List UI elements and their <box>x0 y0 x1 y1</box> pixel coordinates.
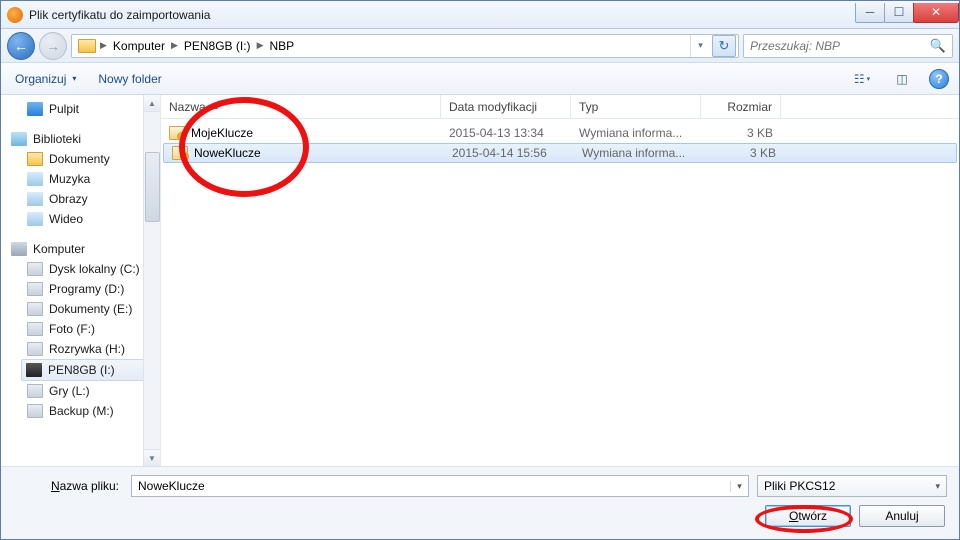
pictures-icon <box>27 192 43 206</box>
new-folder-button[interactable]: Nowy folder <box>94 68 165 90</box>
file-row-selected[interactable]: NoweKlucze 2015-04-14 15:56 Wymiana info… <box>163 143 957 163</box>
certificate-file-icon <box>172 146 188 160</box>
column-name[interactable]: Nazwa▲ <box>161 95 441 118</box>
filename-label: Nazwa pliku: <box>13 479 123 493</box>
titlebar: Plik certyfikatu do zaimportowania ─ ☐ ✕ <box>1 1 959 29</box>
file-list: Nazwa▲ Data modyfikacji Typ Rozmiar Moje… <box>161 95 959 466</box>
back-button[interactable]: ← <box>7 32 35 60</box>
column-size[interactable]: Rozmiar <box>701 95 781 118</box>
close-button[interactable]: ✕ <box>913 3 959 23</box>
drive-icon <box>27 262 43 276</box>
filetype-dropdown[interactable]: Pliki PKCS12 ▾ <box>757 475 947 497</box>
cancel-button[interactable]: Anuluj <box>859 505 945 527</box>
libraries-icon <box>11 132 27 146</box>
videos-icon <box>27 212 43 226</box>
file-open-dialog: Plik certyfikatu do zaimportowania ─ ☐ ✕… <box>0 0 960 540</box>
folder-icon <box>27 152 43 166</box>
dialog-footer: Nazwa pliku: ▾ Pliki PKCS12 ▾ Otwórz Anu… <box>1 467 959 539</box>
scroll-down-icon[interactable]: ▼ <box>144 449 160 466</box>
maximize-button[interactable]: ☐ <box>884 3 914 23</box>
forward-button[interactable]: → <box>39 32 67 60</box>
tree-scrollbar[interactable]: ▲ ▼ <box>143 95 160 466</box>
organize-menu[interactable]: Organizuj <box>11 68 80 90</box>
breadcrumb-segment[interactable]: Komputer <box>107 39 171 53</box>
toolbar: Organizuj Nowy folder ☷ ◫ ? <box>1 63 959 95</box>
navbar: ← → ▶ Komputer ▶ PEN8GB (I:) ▶ NBP ▾ ↻ 🔍 <box>1 29 959 63</box>
preview-pane-button[interactable]: ◫ <box>889 68 915 90</box>
column-type[interactable]: Typ <box>571 95 701 118</box>
window-title: Plik certyfikatu do zaimportowania <box>29 8 856 22</box>
tree-item-documents[interactable]: Dokumenty <box>1 149 160 169</box>
chevron-right-icon[interactable]: ▶ <box>257 40 264 51</box>
breadcrumb-dropdown[interactable]: ▾ <box>690 35 710 57</box>
tree-item-drive[interactable]: Dokumenty (E:) <box>1 299 160 319</box>
tree-item-drive[interactable]: Programy (D:) <box>1 279 160 299</box>
chevron-down-icon: ▾ <box>935 481 940 492</box>
chevron-down-icon[interactable]: ▾ <box>730 481 748 492</box>
breadcrumb-segment[interactable]: PEN8GB (I:) <box>178 39 257 53</box>
refresh-button[interactable]: ↻ <box>712 35 736 57</box>
tree-item-desktop[interactable]: Pulpit <box>1 99 160 119</box>
tree-item-pictures[interactable]: Obrazy <box>1 189 160 209</box>
open-button[interactable]: Otwórz <box>765 505 851 527</box>
filename-input[interactable] <box>132 479 730 493</box>
firefox-icon <box>7 7 23 23</box>
folder-icon <box>78 39 96 53</box>
minimize-button[interactable]: ─ <box>855 3 885 23</box>
tree-item-libraries[interactable]: Biblioteki <box>1 129 160 149</box>
tree-item-music[interactable]: Muzyka <box>1 169 160 189</box>
breadcrumb[interactable]: ▶ Komputer ▶ PEN8GB (I:) ▶ NBP ▾ ↻ <box>71 34 739 58</box>
tree-item-drive-selected[interactable]: PEN8GB (I:) <box>21 359 158 381</box>
tree-item-drive[interactable]: Backup (M:) <box>1 401 160 421</box>
tree-item-drive[interactable]: Foto (F:) <box>1 319 160 339</box>
filename-combo[interactable]: ▾ <box>131 475 749 497</box>
tree-item-drive[interactable]: Dysk lokalny (C:) <box>1 259 160 279</box>
sort-asc-icon: ▲ <box>212 102 220 111</box>
nav-tree: Pulpit Biblioteki Dokumenty Muzyka Obraz… <box>1 95 161 466</box>
breadcrumb-segment[interactable]: NBP <box>263 39 300 53</box>
drive-icon <box>27 302 43 316</box>
column-headers: Nazwa▲ Data modyfikacji Typ Rozmiar <box>161 95 959 119</box>
search-icon[interactable]: 🔍 <box>930 38 946 54</box>
drive-icon <box>27 282 43 296</box>
certificate-file-icon <box>169 126 185 140</box>
drive-icon <box>27 384 43 398</box>
tree-item-drive[interactable]: Gry (L:) <box>1 381 160 401</box>
column-date[interactable]: Data modyfikacji <box>441 95 571 118</box>
drive-icon <box>27 342 43 356</box>
tree-item-computer[interactable]: Komputer <box>1 239 160 259</box>
usb-drive-icon <box>26 363 42 377</box>
view-mode-button[interactable]: ☷ <box>849 68 875 90</box>
music-icon <box>27 172 43 186</box>
tree-item-drive[interactable]: Rozrywka (H:) <box>1 339 160 359</box>
drive-icon <box>27 404 43 418</box>
scroll-thumb[interactable] <box>145 152 160 222</box>
computer-icon <box>11 242 27 256</box>
search-input[interactable] <box>750 39 930 53</box>
scroll-up-icon[interactable]: ▲ <box>144 95 160 112</box>
file-row[interactable]: MojeKlucze 2015-04-13 13:34 Wymiana info… <box>161 123 959 143</box>
desktop-icon <box>27 102 43 116</box>
chevron-right-icon[interactable]: ▶ <box>171 40 178 51</box>
search-box[interactable]: 🔍 <box>743 34 953 58</box>
tree-item-videos[interactable]: Wideo <box>1 209 160 229</box>
chevron-right-icon[interactable]: ▶ <box>100 40 107 51</box>
help-button[interactable]: ? <box>929 69 949 89</box>
file-rows: MojeKlucze 2015-04-13 13:34 Wymiana info… <box>161 119 959 466</box>
drive-icon <box>27 322 43 336</box>
dialog-body: Pulpit Biblioteki Dokumenty Muzyka Obraz… <box>1 95 959 467</box>
